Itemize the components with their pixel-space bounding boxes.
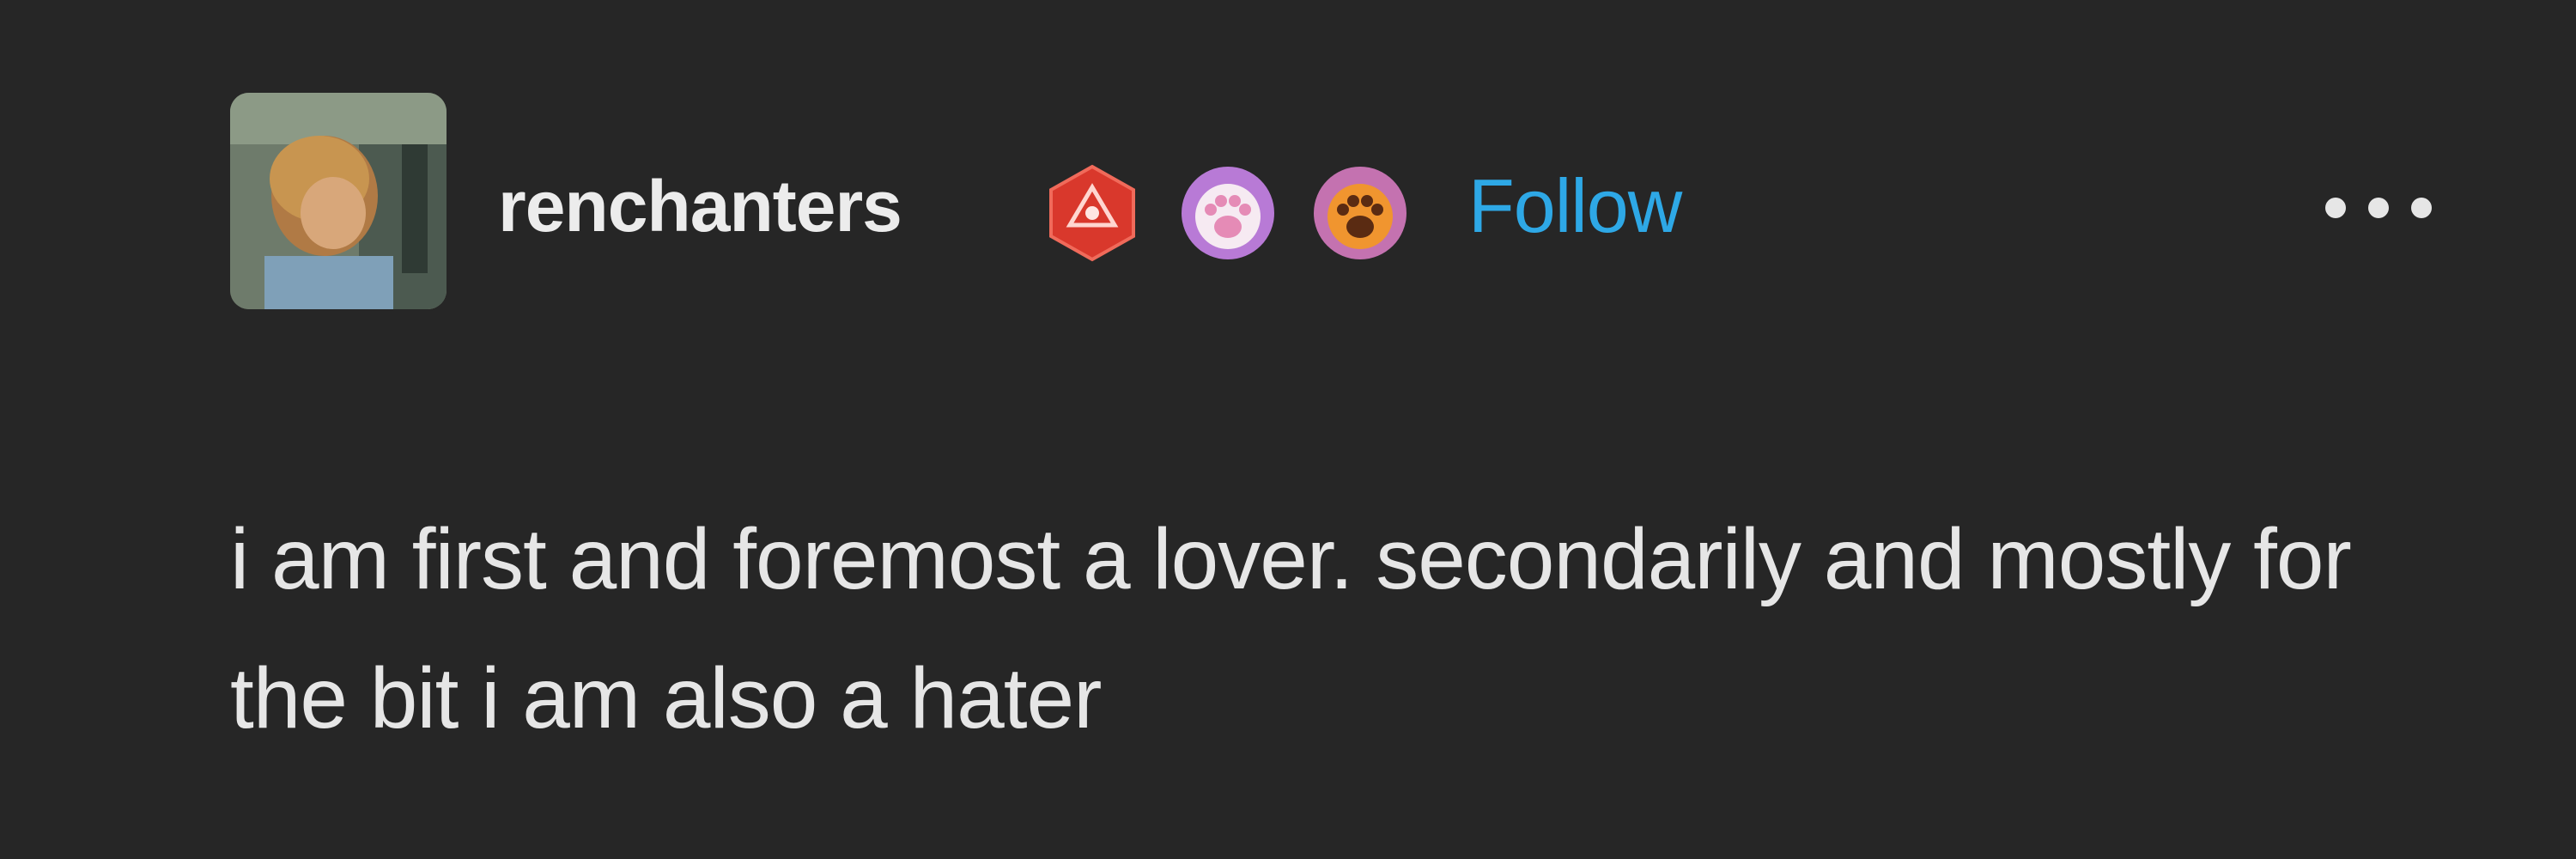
d20-dice-badge-icon — [1041, 161, 1144, 265]
avatar-image — [230, 93, 447, 309]
avatar[interactable] — [230, 93, 447, 309]
post-body-text: i am first and foremost a lover. seconda… — [230, 511, 2352, 746]
pink-paw-badge-icon — [1176, 161, 1279, 265]
more-options-icon[interactable] — [2318, 191, 2439, 225]
orange-paw-badge-icon — [1309, 161, 1412, 265]
post-card: renchanters Follow i am first and foremo… — [0, 0, 2576, 859]
username[interactable]: renchanters — [498, 170, 902, 242]
follow-button[interactable]: Follow — [1468, 168, 1682, 244]
